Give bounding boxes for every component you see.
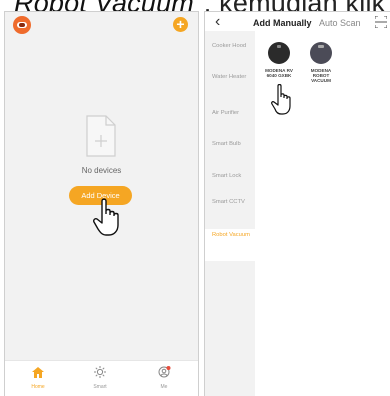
home-icon xyxy=(32,367,44,378)
pointer-hand-icon xyxy=(93,198,119,236)
tab-auto-scan[interactable]: Auto Scan xyxy=(319,18,361,28)
category-robot-vacuum[interactable]: Robot Vacuum xyxy=(212,232,254,239)
app-logo-icon xyxy=(13,16,31,34)
category-sidebar: Cooker Hood Water Heater Air Purifier Sm… xyxy=(205,31,255,396)
profile-icon xyxy=(158,366,170,378)
category-smart-lock[interactable]: Smart Lock xyxy=(212,173,254,180)
product-label: MODENA ROBOT VACUUM xyxy=(310,68,332,84)
category-cooker-hood[interactable]: Cooker Hood xyxy=(212,43,254,50)
tab-home-label: Home xyxy=(31,384,45,390)
add-device-screen: ‹ Add Manually Auto Scan Cooker Hood Wat… xyxy=(204,11,390,396)
pointer-hand-icon xyxy=(271,84,291,115)
scan-icon[interactable] xyxy=(375,16,387,28)
tab-me[interactable]: Me xyxy=(139,365,189,390)
empty-state-text: No devices xyxy=(81,166,122,175)
category-smart-cctv[interactable]: Smart CCTV xyxy=(212,199,254,206)
tab-add-manually[interactable]: Add Manually xyxy=(253,18,312,28)
sun-icon xyxy=(94,366,106,378)
add-plus-icon[interactable]: + xyxy=(173,17,188,32)
tab-me-label: Me xyxy=(160,384,168,390)
empty-document-icon xyxy=(86,115,116,157)
product-label: MODENA RV 6040 GXBK xyxy=(265,68,293,79)
bottom-tab-bar: Home Smart Me xyxy=(5,360,198,396)
product-item[interactable]: MODENA RV 6040 GXBK xyxy=(261,42,297,78)
tab-smart-label: Smart xyxy=(93,384,107,390)
home-screen: + No devices Add Device Home Smart Me xyxy=(4,11,199,396)
tab-home[interactable]: Home xyxy=(13,365,63,390)
robot-vacuum-grey-icon xyxy=(310,42,332,64)
category-air-purifier[interactable]: Air Purifier xyxy=(212,110,254,117)
category-water-heater[interactable]: Water Heater xyxy=(212,74,254,81)
product-item[interactable]: MODENA ROBOT VACUUM xyxy=(303,42,339,84)
category-smart-bulb[interactable]: Smart Bulb xyxy=(212,141,254,148)
robot-vacuum-black-icon xyxy=(268,42,290,64)
tab-smart[interactable]: Smart xyxy=(75,365,125,390)
back-chevron-icon[interactable]: ‹ xyxy=(215,13,220,31)
